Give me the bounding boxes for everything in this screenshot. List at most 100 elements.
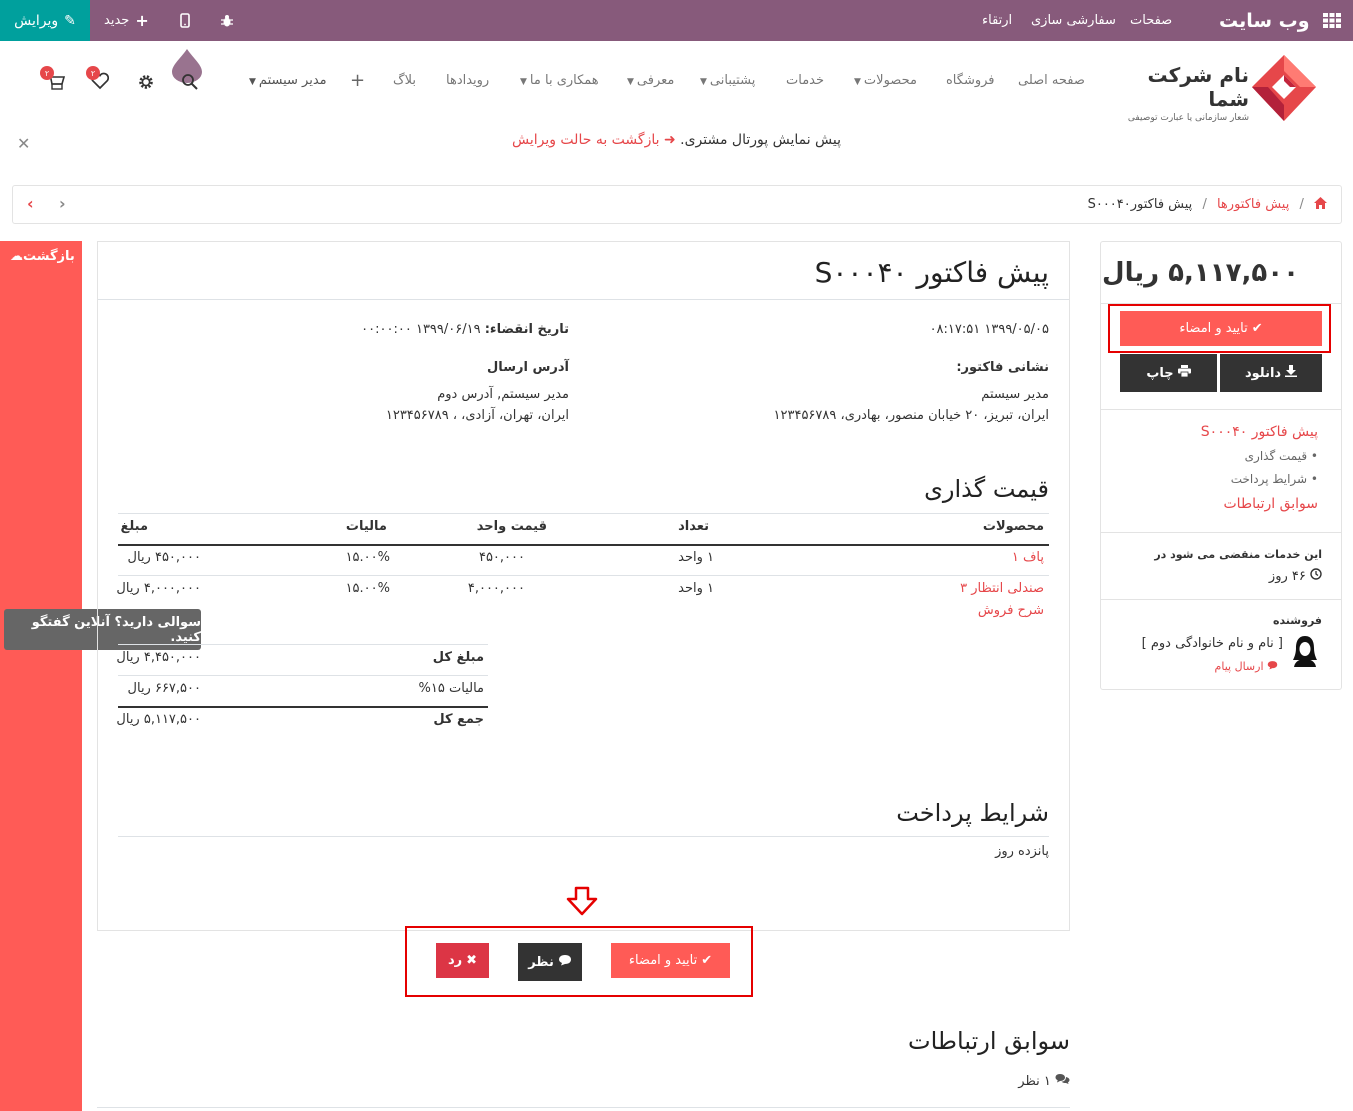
shipping-address: ایران، تهران، آزادی، ، ۱۲۳۴۵۶۷۸۹ xyxy=(385,408,569,423)
nav-about[interactable]: معرفی▼ xyxy=(627,73,674,88)
breadcrumb-separator: / xyxy=(1299,197,1304,212)
total-label: جمع کل xyxy=(433,712,484,727)
caret-down-icon: ▼ xyxy=(854,77,861,87)
accept-sign-button[interactable]: ✔ تایید و امضاء xyxy=(1120,311,1322,346)
company-name: نام شرکت شما xyxy=(1147,63,1249,111)
col-quantity: تعداد xyxy=(678,519,709,534)
row-quantity: ۱ واحد xyxy=(678,581,714,596)
divider xyxy=(1101,532,1341,533)
company-logo-icon[interactable] xyxy=(1250,53,1318,127)
sidebar-nav-history[interactable]: سوابق ارتباطات xyxy=(1224,496,1319,512)
admin-bar: ✎ ویرایش + جدید ارتقاء سفارشی سازی صفحات… xyxy=(0,0,1353,41)
plus-icon: + xyxy=(135,11,149,30)
menu-upgrade[interactable]: ارتقاء xyxy=(982,0,1012,41)
website-brand[interactable]: وب سایت xyxy=(1219,0,1310,41)
send-message-link[interactable]: ارسال پیام xyxy=(1215,660,1278,673)
divider xyxy=(118,644,488,645)
back-strip[interactable]: بازگشت☁ xyxy=(0,241,82,1111)
invoice-address: ایران، تبریز، ۲۰ خیابان منصور، بهادری، ۱… xyxy=(773,408,1049,423)
breadcrumb: / پیش فاکتورها / پیش فاکتورS۰۰۰۴۰ ‹ › xyxy=(12,185,1342,224)
caret-down-icon: ▼ xyxy=(627,77,634,87)
breadcrumb-current: پیش فاکتورS۰۰۰۴۰ xyxy=(1087,197,1193,212)
cart-count-badge: ۲ xyxy=(40,66,54,80)
pricing-heading: قیمت گذاری xyxy=(924,475,1049,503)
gear-icon[interactable] xyxy=(137,73,155,95)
divider xyxy=(118,675,488,676)
nav-home[interactable]: صفحه اصلی xyxy=(1018,73,1085,88)
nav-blog[interactable]: بلاگ xyxy=(393,73,416,88)
print-button[interactable]: چاپ xyxy=(1120,354,1217,392)
arrow-down-icon xyxy=(565,886,599,920)
home-icon[interactable] xyxy=(1310,197,1327,212)
preview-notice-text: پیش نمایش پورتال مشتری. xyxy=(680,132,842,148)
sidebar-total-amount: ۵,۱۱۷,۵۰۰ ریال xyxy=(1102,258,1299,288)
close-icon[interactable]: ✕ xyxy=(17,134,30,153)
total-value: ۵,۱۱۷,۵۰۰ ریال xyxy=(116,712,201,727)
menu-pages[interactable]: صفحات xyxy=(1130,0,1172,41)
nav-products[interactable]: محصولات▼ xyxy=(854,73,917,88)
mobile-preview-icon[interactable] xyxy=(180,0,190,41)
table-header-rule xyxy=(118,544,1049,546)
check-icon: ✔ xyxy=(701,953,713,968)
col-products: محصولات xyxy=(982,519,1044,534)
comment-icon xyxy=(558,954,572,970)
feedback-button[interactable]: نظر xyxy=(518,943,582,981)
subtotal-label: مبلغ کل xyxy=(432,650,484,665)
apps-grid-icon[interactable] xyxy=(1323,0,1341,41)
divider xyxy=(118,513,1049,514)
shipping-name: مدیر سیستم, آدرس دوم xyxy=(437,387,569,402)
product-link[interactable]: پاف ۱ xyxy=(1012,550,1044,565)
nav-careers[interactable]: همکاری با ما▼ xyxy=(520,73,599,88)
download-icon xyxy=(1285,365,1298,381)
nav-services[interactable]: خدمات xyxy=(786,73,824,88)
invoice-name: مدیر سیستم xyxy=(981,387,1049,402)
nav-shop[interactable]: فروشگاه xyxy=(946,73,995,88)
back-to-edit-link[interactable]: ➜ بازگشت به حالت ویرایش xyxy=(512,132,676,148)
check-icon: ✔ xyxy=(1251,321,1263,336)
divider xyxy=(118,575,1049,576)
expire-label: این خدمات منقضی می شود در xyxy=(1154,548,1322,561)
row-amount: ۴,۰۰۰,۰۰۰ ریال xyxy=(116,581,201,596)
history-heading: سوابق ارتباطات xyxy=(908,1027,1070,1055)
divider xyxy=(1101,599,1341,600)
tax-value: ۶۶۷,۵۰۰ ریال xyxy=(127,681,201,696)
bug-icon[interactable] xyxy=(220,0,234,41)
product-link[interactable]: صندلی انتظار ۳ xyxy=(960,581,1044,596)
reject-button[interactable]: ✖ رد xyxy=(436,943,489,978)
chevron-left-icon[interactable]: ‹ xyxy=(27,194,34,213)
new-button[interactable]: + جدید xyxy=(104,0,149,41)
cloud-icon: ☁ xyxy=(10,249,23,264)
salesperson-label: فروشنده xyxy=(1272,614,1322,627)
divider xyxy=(1101,409,1341,410)
row-unit-price: ۴۵۰,۰۰۰ xyxy=(478,550,525,565)
sidebar-nav-terms[interactable]: • شرایط پرداخت xyxy=(1231,472,1318,486)
add-menu-plus-icon[interactable]: + xyxy=(350,70,365,91)
menu-customize[interactable]: سفارشی سازی xyxy=(1031,0,1116,41)
clock-icon xyxy=(1306,568,1322,584)
company-slogan: شعار سازمانی یا عبارت توصیفی xyxy=(1127,113,1249,123)
sidebar-nav-pricing[interactable]: • قیمت گذاری xyxy=(1245,449,1318,463)
search-icon[interactable] xyxy=(181,73,199,95)
chevron-right-icon[interactable]: › xyxy=(59,194,66,213)
expiry-date: تاریخ انقضاء: ۱۳۹۹/۰۶/۱۹ ۰۰:۰۰:۰۰ xyxy=(361,322,569,337)
divider xyxy=(98,299,1069,300)
row-amount: ۴۵۰,۰۰۰ ریال xyxy=(127,550,201,565)
salesperson-avatar xyxy=(1290,634,1320,672)
row-quantity: ۱ واحد xyxy=(678,550,714,565)
user-menu[interactable]: مدیر سیستم▼ xyxy=(249,73,327,88)
comments-icon xyxy=(1051,1074,1070,1089)
accept-sign-button-bottom[interactable]: ✔ تایید و امضاء xyxy=(611,943,730,978)
subtotal-value: ۴,۴۵۰,۰۰۰ ریال xyxy=(116,650,201,665)
invoice-address-label: نشانی فاکتور: xyxy=(956,360,1049,375)
wishlist-count-badge: ۲ xyxy=(86,66,100,80)
download-button[interactable]: دانلود xyxy=(1220,354,1322,392)
back-link[interactable]: بازگشت☁ xyxy=(10,249,75,264)
main-navbar: نام شرکت شما شعار سازمانی یا عبارت توصیف… xyxy=(0,41,1353,123)
sidebar-nav-title[interactable]: پیش فاکتور S۰۰۰۴۰ xyxy=(1201,424,1318,440)
breadcrumb-quotations-link[interactable]: پیش فاکتورها xyxy=(1217,197,1289,212)
caret-down-icon: ▼ xyxy=(520,77,527,87)
nav-support[interactable]: پشتیبانی▼ xyxy=(700,73,755,88)
comment-icon xyxy=(1264,660,1279,673)
nav-events[interactable]: رویدادها xyxy=(446,73,489,88)
edit-button[interactable]: ✎ ویرایش xyxy=(0,0,90,41)
